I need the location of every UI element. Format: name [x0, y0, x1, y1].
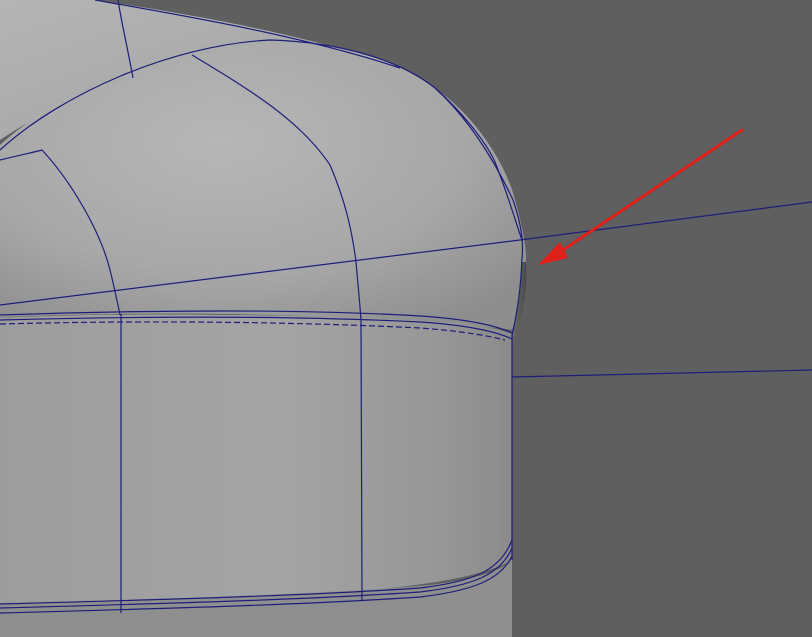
- cylinder-body-surface: [0, 314, 513, 603]
- viewport-canvas[interactable]: [0, 0, 812, 637]
- 3d-viewport[interactable]: [0, 0, 812, 637]
